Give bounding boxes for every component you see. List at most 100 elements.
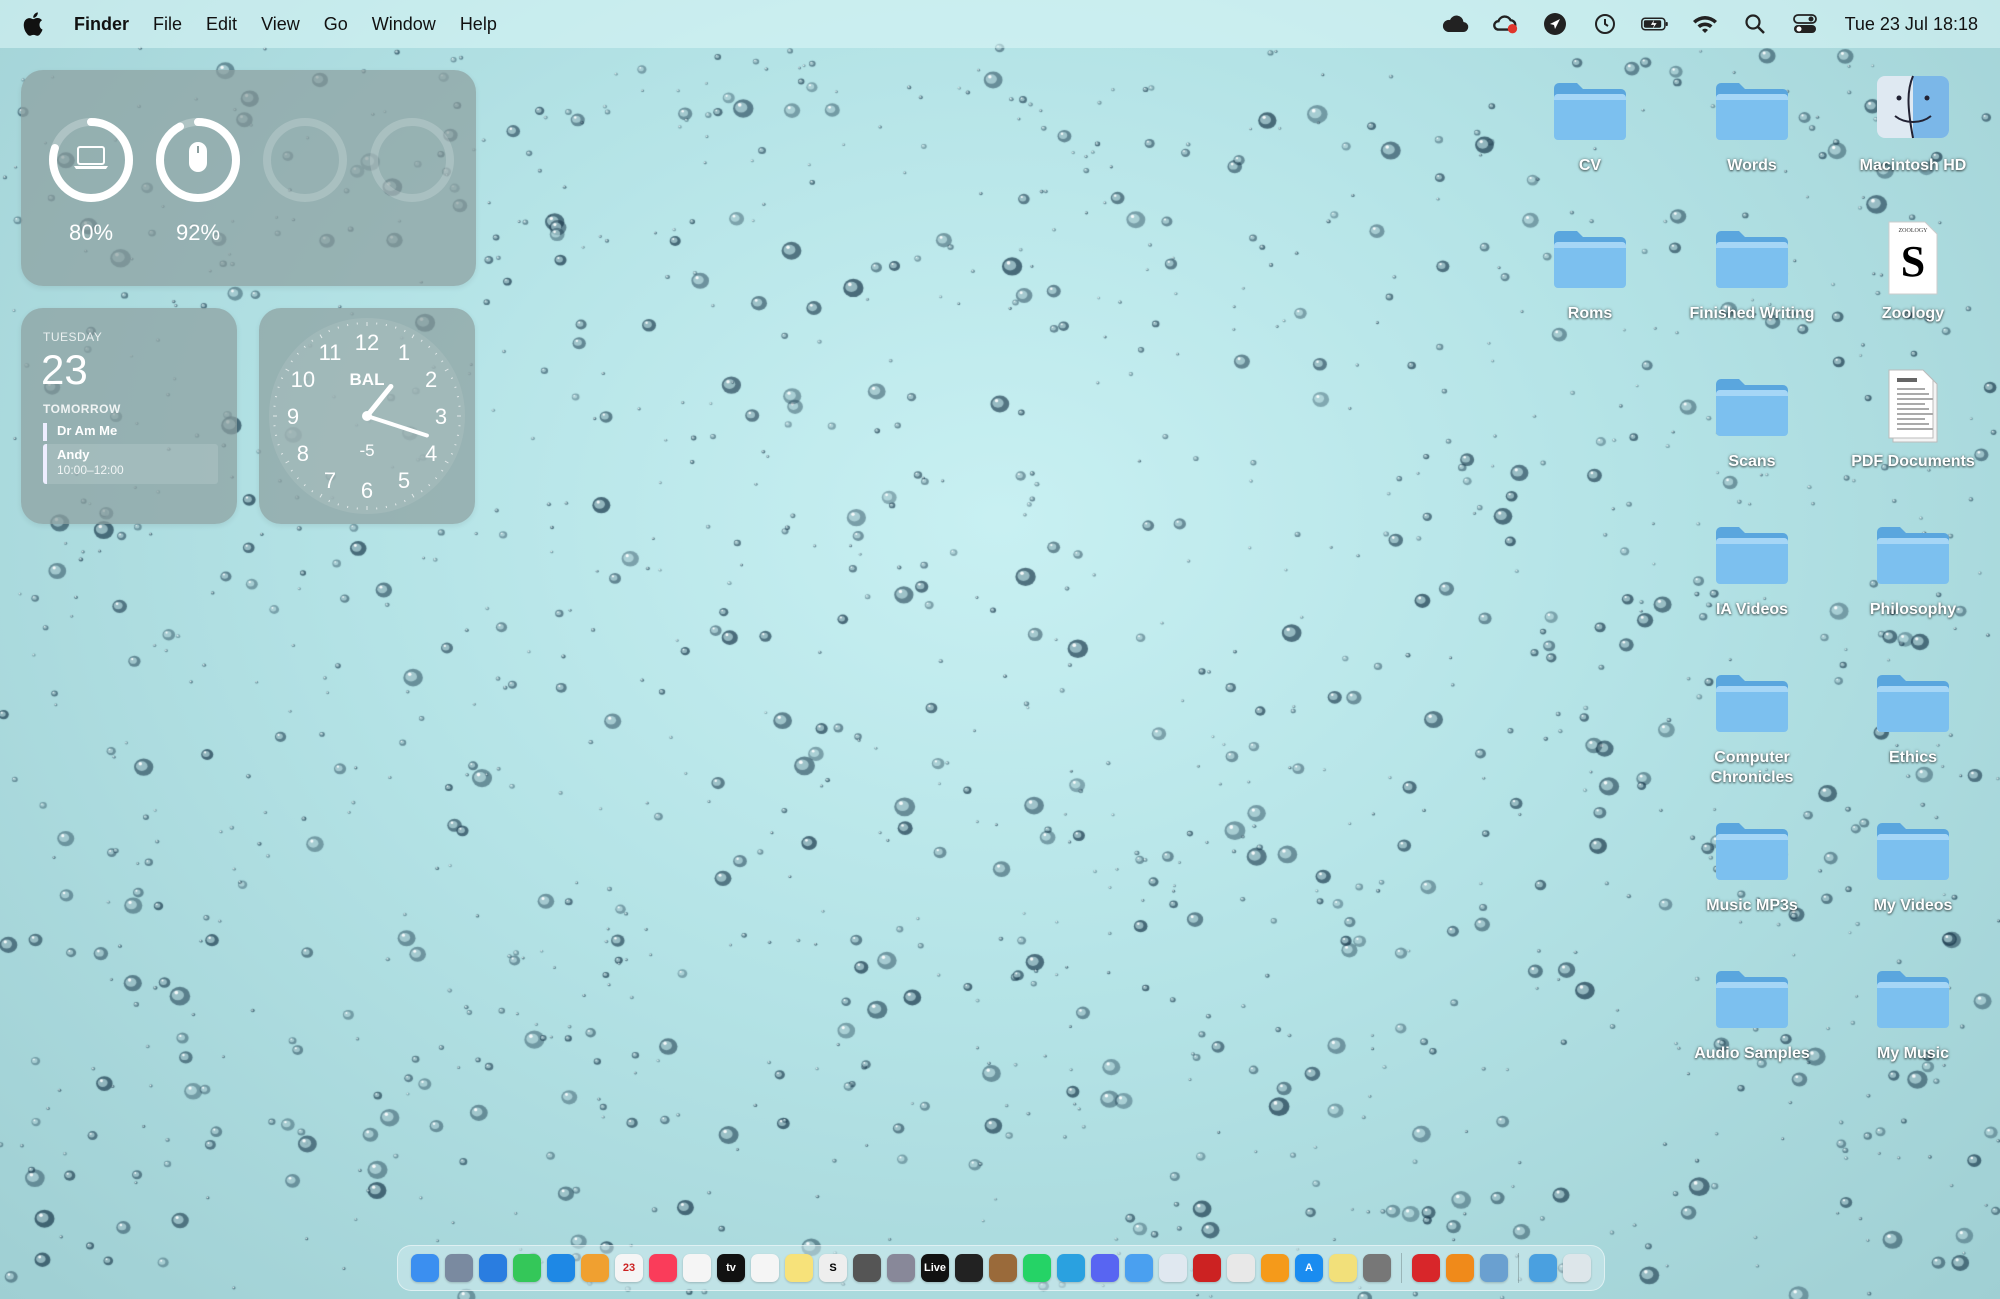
desktop-icon-label: Audio Samples [1694,1045,1810,1062]
cloud-icon[interactable] [1441,10,1469,38]
desktop-icon-cv[interactable]: CV [1515,70,1665,180]
spotlight-search-icon[interactable] [1741,10,1769,38]
dock-app-discord[interactable] [1091,1254,1119,1282]
desktop-icon-philosophy[interactable]: Philosophy [1838,514,1988,624]
calendar-event[interactable]: Dr Am Me [43,423,218,441]
dock-app-icloud-drive[interactable] [1125,1254,1153,1282]
clock-number: 5 [398,468,410,493]
dock-app-acrobat[interactable] [1412,1254,1440,1282]
calendar-section-label: TOMORROW [43,402,121,416]
desktop-icon-finished-writing[interactable]: Finished Writing [1677,218,1827,328]
dock-app-audio-editor[interactable] [955,1254,983,1282]
dock-app-telegram[interactable] [1057,1254,1085,1282]
dock-app-reminders[interactable] [683,1254,711,1282]
location-arrow-icon[interactable] [1541,10,1569,38]
menu-help[interactable]: Help [460,14,497,35]
clock-number: 1 [398,340,410,365]
desktop-icon-label: Zoology [1881,305,1945,322]
desktop-icon-macintosh-hd[interactable]: Macintosh HD [1838,70,1988,180]
dock-app-stickies[interactable] [1329,1254,1357,1282]
dock-app-chrome[interactable] [1227,1254,1255,1282]
dock-app-downloads-folder[interactable] [1529,1254,1557,1282]
dock-app-messages[interactable] [513,1254,541,1282]
creative-cloud-icon[interactable] [1491,10,1519,38]
clock-number: 9 [287,404,299,429]
dock-app-notes[interactable] [785,1254,813,1282]
desktop-icon-ia-videos[interactable]: IA Videos [1677,514,1827,624]
time-machine-icon[interactable] [1591,10,1619,38]
desktop-icon-computer-chronicles[interactable]: Computer Chronicles [1677,662,1827,786]
dock-app-pages[interactable] [1261,1254,1289,1282]
dock-app-glyph: Live [923,1262,946,1274]
clock-number: 11 [319,340,342,365]
desktop-icon-label: Philosophy [1869,601,1957,618]
dock-app-clock[interactable] [751,1254,779,1282]
world-clock-widget[interactable]: 12 1 2 3 4 5 6 7 8 9 10 11 BAL -5 [259,308,475,524]
dock-app-calendar[interactable]: 23 [615,1254,643,1282]
desktop-icon-words[interactable]: Words [1677,70,1827,180]
battery-icon[interactable] [1640,10,1669,38]
dock-app-books[interactable] [1446,1254,1474,1282]
dock-app-apple-tv[interactable]: tv [717,1254,745,1282]
dock-app-app-store[interactable]: A [1295,1254,1323,1282]
dock-app-mail[interactable] [547,1254,575,1282]
dock-app-scrivener[interactable]: S [819,1254,847,1282]
menu-bar-clock[interactable]: Tue 23 Jul 18:18 [1845,14,1978,35]
desktop-icon-ethics[interactable]: Ethics [1838,662,1988,772]
clock-number: 4 [425,441,437,466]
dock-app-photos[interactable] [581,1254,609,1282]
dock-app-books-brown[interactable] [989,1254,1017,1282]
clock-center-pin [362,411,372,421]
calendar-event[interactable]: Andy 10:00–12:00 [43,444,218,484]
desktop-icon-zoology[interactable]: ZOOLOGY S Zoology [1838,218,1988,328]
dock-app-music[interactable] [649,1254,677,1282]
dock-app-finder[interactable] [411,1254,439,1282]
menu-app-finder[interactable]: Finder [74,14,129,35]
desktop-icon-music-mp3s[interactable]: Music MP3s [1677,810,1827,920]
dock-app-whatsapp[interactable] [1023,1254,1051,1282]
dock-app-trash[interactable] [1563,1254,1591,1282]
desktop-icon-label: Roms [1567,305,1613,322]
menu-edit[interactable]: Edit [206,14,237,35]
calendar-widget[interactable]: TUESDAY 23 TOMORROW Dr Am Me Andy 10:00–… [21,308,237,524]
dock-app-image-capture[interactable] [887,1254,915,1282]
wifi-icon[interactable] [1691,10,1719,38]
svg-text:S: S [1901,237,1925,286]
folder-icon [1712,70,1792,150]
desktop-icon-scans[interactable]: Scans [1677,366,1827,476]
battery-percent-mouse: 92% [175,220,221,245]
dock-app-vpn[interactable] [1159,1254,1187,1282]
desktop-icon-label: Computer Chronicles [1710,749,1794,786]
dock-app-preview[interactable] [1480,1254,1508,1282]
dock-app-game[interactable] [1193,1254,1221,1282]
dock-app-safari[interactable] [479,1254,507,1282]
desktop-icon-audio-samples[interactable]: Audio Samples [1677,958,1827,1068]
desktop-icon-my-videos[interactable]: My Videos [1838,810,1988,920]
menu-window[interactable]: Window [372,14,436,35]
folder-icon [1712,662,1792,742]
clock-city: BAL [350,370,385,389]
menu-view[interactable]: View [261,14,300,35]
control-center-icon[interactable] [1791,10,1819,38]
menu-go[interactable]: Go [324,14,348,35]
desktop-icon-pdf-documents[interactable]: PDF Documents [1838,366,1988,476]
apple-menu-icon[interactable] [22,11,48,37]
dock-app-live[interactable]: Live [921,1254,949,1282]
document-icon: ZOOLOGY S [1873,218,1953,298]
folder-icon [1550,218,1630,298]
dock-app-launchpad[interactable] [445,1254,473,1282]
battery-ring-empty-2 [370,118,454,202]
desktop-icon-roms[interactable]: Roms [1515,218,1665,328]
folder-icon [1873,810,1953,890]
menu-file[interactable]: File [153,14,182,35]
dock-app-system-settings[interactable] [1363,1254,1391,1282]
desktop-icon-label: My Music [1876,1045,1949,1062]
dock-separator [1401,1253,1402,1283]
calendar-event-title: Dr Am Me [57,423,118,438]
desktop-icon-my-music[interactable]: My Music [1838,958,1988,1068]
dock-app-disk-utility[interactable] [853,1254,881,1282]
clock-number: 2 [425,367,437,392]
batteries-widget[interactable]: 80% 92% [21,70,476,286]
desktop-icon-label: Ethics [1888,749,1937,766]
folder-icon [1712,810,1792,890]
